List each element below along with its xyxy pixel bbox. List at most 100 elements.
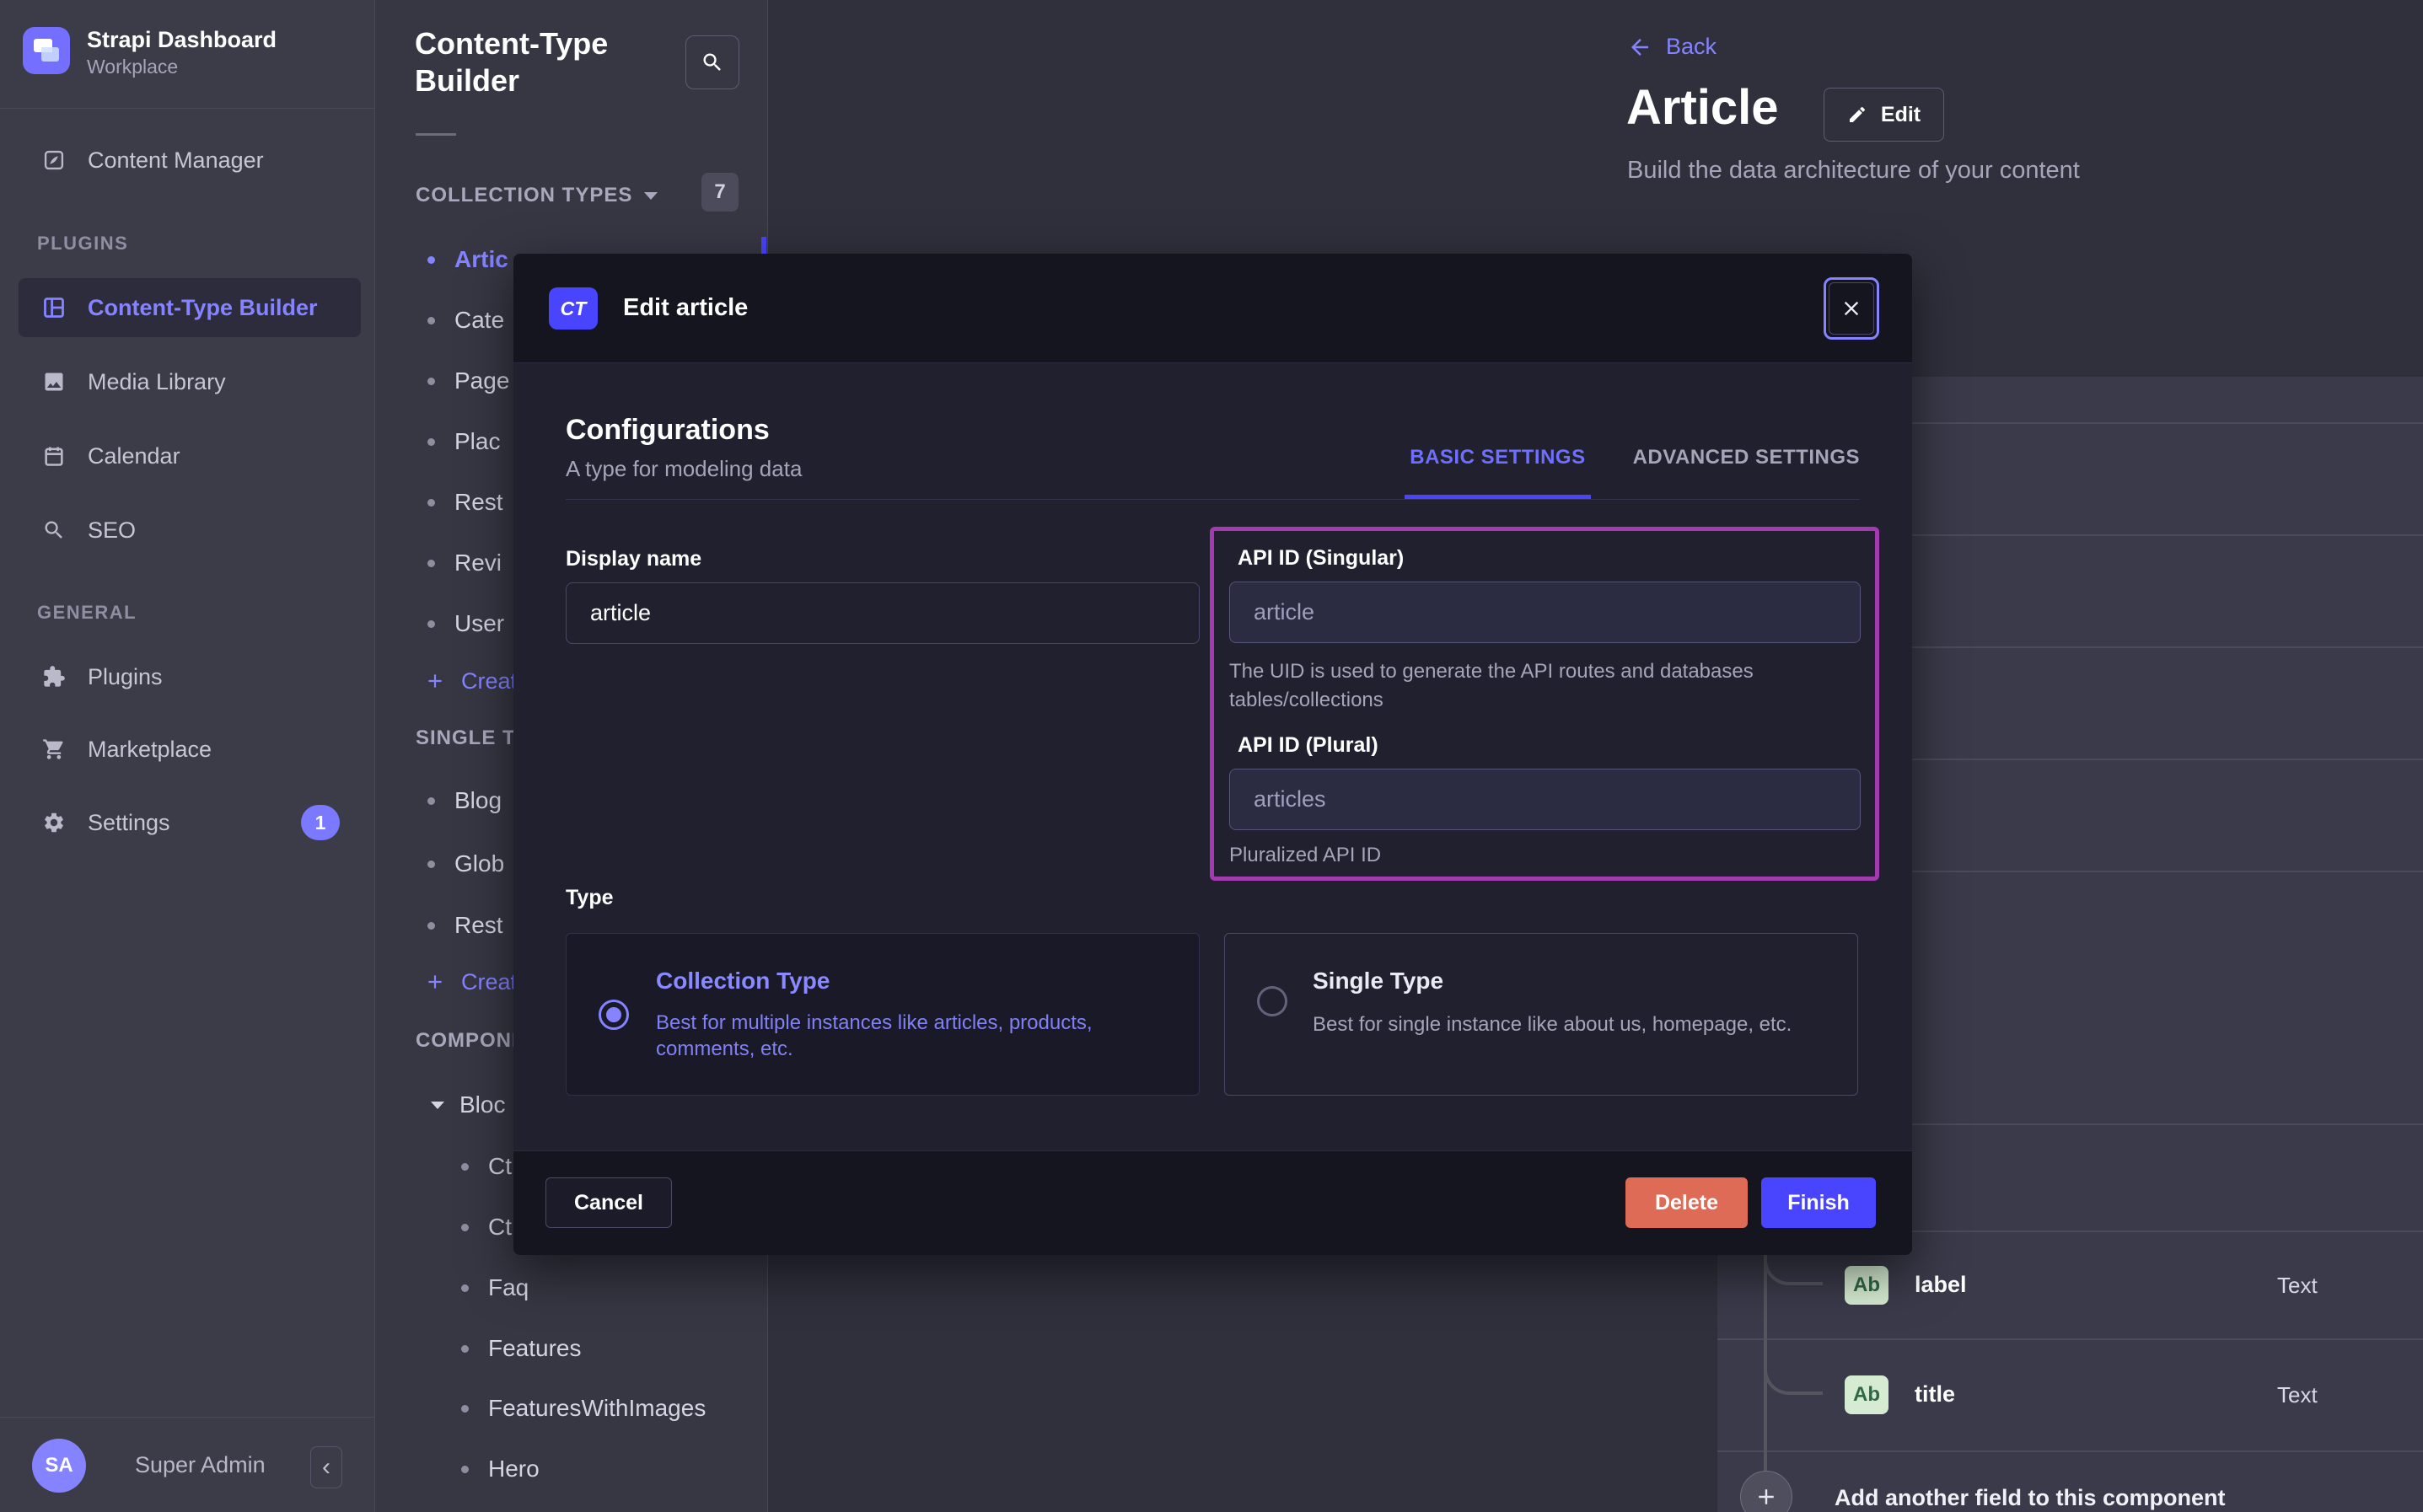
- edit-button[interactable]: Edit: [1824, 88, 1944, 142]
- single-type-item[interactable]: Blog: [427, 784, 502, 818]
- collection-type-article[interactable]: Artic: [427, 243, 508, 276]
- back-link[interactable]: Back: [1627, 34, 1717, 60]
- add-field-plus-button[interactable]: [1740, 1471, 1792, 1512]
- settings-tabs: BASIC SETTINGS ADVANCED SETTINGS: [1410, 446, 1860, 469]
- row-divider: [1717, 1450, 2423, 1452]
- collection-types-header[interactable]: COLLECTION TYPES: [416, 184, 658, 207]
- arrow-left-icon: [1627, 35, 1652, 60]
- component-item[interactable]: Ct: [461, 1150, 512, 1183]
- sidebar-section-general: GENERAL: [37, 602, 137, 624]
- single-type-desc: Best for single instance like about us, …: [1313, 1011, 1835, 1037]
- delete-button[interactable]: Delete: [1625, 1177, 1748, 1228]
- user-avatar[interactable]: SA: [32, 1439, 86, 1493]
- row-divider: [1717, 1338, 2423, 1340]
- puzzle-icon: [42, 665, 66, 689]
- sidebar-item-label: Marketplace: [88, 737, 212, 763]
- bullet-icon: [427, 256, 435, 264]
- component-item[interactable]: Faq: [461, 1271, 529, 1305]
- panel-title: Content-Type Builder: [415, 25, 642, 99]
- chevron-down-icon: [644, 192, 658, 200]
- tour-highlight-box: API ID (Singular) The UID is used to gen…: [1210, 527, 1879, 881]
- sidebar-item-content-type-builder[interactable]: Content-Type Builder: [19, 278, 361, 337]
- bullet-icon: [427, 378, 435, 385]
- bullet-icon: [427, 560, 435, 567]
- api-id-singular-label: API ID (Singular): [1238, 546, 1404, 571]
- sidebar-item-marketplace[interactable]: Marketplace: [19, 720, 361, 779]
- text-field-badge: Ab: [1845, 1375, 1888, 1414]
- collapse-sidebar-button[interactable]: ‹: [310, 1446, 342, 1488]
- workspace-subtitle: Workplace: [87, 56, 178, 78]
- bullet-icon: [461, 1284, 469, 1292]
- component-item[interactable]: FeaturesWithImages: [461, 1391, 706, 1425]
- collection-type-desc: Best for multiple instances like article…: [656, 1010, 1174, 1062]
- collection-type-item[interactable]: User: [427, 607, 504, 641]
- collection-type-item[interactable]: Revi: [427, 546, 502, 580]
- add-field-to-component-button[interactable]: Add another field to this component: [1835, 1485, 2225, 1511]
- bullet-icon: [461, 1224, 469, 1231]
- single-type-card[interactable]: Single Type Best for single instance lik…: [1224, 933, 1858, 1096]
- calendar-icon: [42, 444, 66, 468]
- sidebar-item-content-manager[interactable]: Content Manager: [19, 131, 361, 190]
- api-id-plural-label: API ID (Plural): [1238, 733, 1378, 758]
- settings-notification-badge: 1: [301, 805, 340, 840]
- sidebar-item-seo[interactable]: SEO: [19, 501, 361, 560]
- collection-type-item[interactable]: Rest: [427, 485, 503, 519]
- cancel-button[interactable]: Cancel: [545, 1177, 672, 1228]
- collection-type-item[interactable]: Plac: [427, 425, 500, 458]
- divider: [416, 133, 456, 136]
- radio-collection-type[interactable]: [599, 1000, 629, 1030]
- collection-types-count: 7: [701, 173, 739, 212]
- bullet-icon: [427, 922, 435, 930]
- sidebar-item-label: Content Manager: [88, 147, 264, 174]
- tab-advanced-settings[interactable]: ADVANCED SETTINGS: [1633, 446, 1860, 469]
- api-id-singular-helper: The UID is used to generate the API rout…: [1229, 657, 1811, 715]
- components-header[interactable]: COMPONE: [416, 1029, 526, 1053]
- display-name-input[interactable]: [566, 582, 1200, 644]
- modal-title: Edit article: [623, 294, 748, 322]
- component-item[interactable]: Ct: [461, 1210, 512, 1244]
- sidebar-item-plugins[interactable]: Plugins: [19, 647, 361, 706]
- collection-type-item[interactable]: Page: [427, 364, 509, 398]
- divider: [0, 1417, 375, 1418]
- collection-type-item[interactable]: Cate: [427, 303, 504, 337]
- field-type: Text: [2277, 1273, 2318, 1299]
- bullet-icon: [427, 438, 435, 446]
- collection-type-card[interactable]: Collection Type Best for multiple instan…: [566, 933, 1200, 1096]
- bullet-icon: [427, 317, 435, 324]
- sidebar-item-label: Settings: [88, 810, 170, 836]
- strapi-dashboard-screen: Strapi Dashboard Workplace Content Manag…: [0, 0, 2423, 1512]
- bullet-icon: [461, 1405, 469, 1413]
- close-icon: [1829, 282, 1874, 335]
- field-name: title: [1915, 1381, 1955, 1407]
- tab-basic-settings[interactable]: BASIC SETTINGS: [1410, 446, 1585, 469]
- gear-icon: [42, 811, 66, 834]
- sidebar-section-plugins: PLUGINS: [37, 233, 128, 255]
- sidebar-item-media-library[interactable]: Media Library: [19, 352, 361, 411]
- sidebar-item-label: Media Library: [88, 369, 226, 395]
- workspace-title: Strapi Dashboard: [87, 27, 277, 53]
- single-type-item[interactable]: Glob: [427, 847, 504, 881]
- field-type: Text: [2277, 1382, 2318, 1408]
- strapi-logo[interactable]: [23, 27, 70, 74]
- page-subtitle: Build the data architecture of your cont…: [1627, 157, 2080, 185]
- radio-single-type[interactable]: [1257, 986, 1287, 1016]
- single-type-item[interactable]: Rest: [427, 909, 503, 942]
- finish-button[interactable]: Finish: [1761, 1177, 1876, 1228]
- component-item[interactable]: Hero: [461, 1452, 540, 1486]
- sidebar-item-calendar[interactable]: Calendar: [19, 426, 361, 485]
- close-button[interactable]: [1824, 277, 1879, 340]
- api-id-plural-input[interactable]: [1229, 769, 1861, 830]
- component-group-blocks[interactable]: Bloc: [431, 1088, 505, 1122]
- api-id-singular-input[interactable]: [1229, 582, 1861, 643]
- single-type-title: Single Type: [1313, 968, 1443, 995]
- layout-grid-icon: [42, 296, 66, 319]
- create-collection-type-link[interactable]: Creat: [424, 664, 517, 698]
- type-label: Type: [566, 886, 614, 910]
- plus-icon: [424, 670, 446, 692]
- user-name: Super Admin: [135, 1452, 266, 1478]
- pen-square-icon: [42, 148, 66, 172]
- search-icon: [701, 51, 724, 74]
- search-button[interactable]: [685, 35, 739, 89]
- image-icon: [42, 370, 66, 394]
- component-item[interactable]: Features: [461, 1332, 582, 1365]
